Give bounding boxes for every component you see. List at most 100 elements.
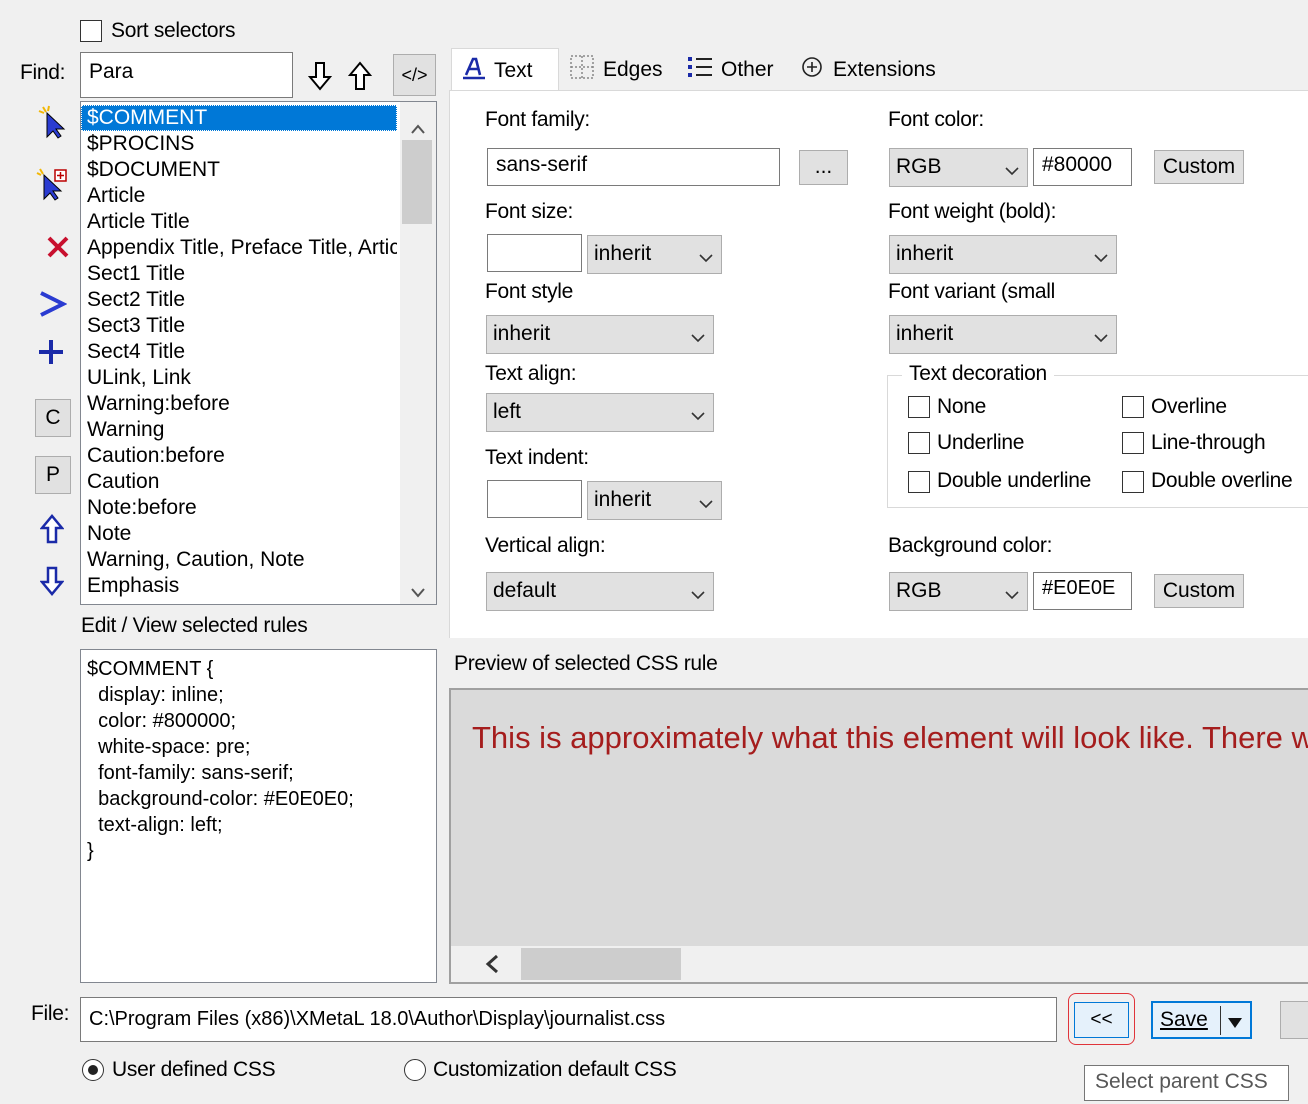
rules-label: Edit / View selected rules — [81, 614, 308, 637]
chevron-down-icon — [1094, 245, 1108, 263]
scroll-up-icon[interactable] — [411, 116, 425, 140]
user-defined-css-label: User defined CSS — [112, 1058, 276, 1081]
chevron-down-icon — [1005, 158, 1019, 176]
c-button[interactable]: C — [35, 399, 71, 437]
find-next-arrow-icon[interactable] — [302, 58, 338, 94]
list-item[interactable]: Sect2 Title — [81, 287, 397, 313]
font-size-unit-value: inherit — [594, 242, 652, 265]
tab-text-label: Text — [494, 58, 533, 82]
selector-list[interactable]: $COMMENT $PROCINS $DOCUMENT Article Arti… — [80, 101, 437, 605]
find-input[interactable]: Para — [80, 52, 293, 98]
decoration-none-label: None — [937, 395, 987, 418]
tab-extensions[interactable]: Extensions — [791, 50, 952, 90]
add-icon[interactable] — [33, 334, 69, 370]
font-variant-select[interactable]: inherit — [889, 315, 1117, 354]
scroll-thumb[interactable] — [521, 948, 681, 980]
delete-icon[interactable] — [40, 229, 76, 265]
edges-icon — [569, 54, 595, 86]
list-item[interactable]: Caution:before — [81, 443, 397, 469]
tab-text[interactable]: Text — [451, 48, 559, 92]
font-color-mode-select[interactable]: RGB — [889, 148, 1028, 187]
scroll-down-icon[interactable] — [411, 580, 425, 604]
list-item[interactable]: Appendix Title, Preface Title, Artic — [81, 235, 397, 261]
find-previous-arrow-icon[interactable] — [342, 58, 378, 94]
list-item[interactable]: Warning — [81, 417, 397, 443]
list-item[interactable]: $PROCINS — [81, 131, 397, 157]
background-color-input[interactable]: #E0E0E — [1033, 572, 1132, 610]
scroll-left-icon[interactable] — [485, 954, 499, 980]
vertical-align-label: Vertical align: — [485, 534, 606, 557]
font-family-input[interactable]: sans-serif — [487, 148, 780, 186]
chevron-down-icon — [699, 491, 713, 509]
text-indent-unit-select[interactable]: inherit — [587, 481, 722, 520]
list-item[interactable]: Warning, Caution, Note — [81, 547, 397, 573]
list-item[interactable]: ULink, Link — [81, 365, 397, 391]
decoration-none-checkbox[interactable] — [908, 396, 930, 418]
save-split-button[interactable]: Save — [1151, 1001, 1252, 1039]
list-item[interactable]: Sect3 Title — [81, 313, 397, 339]
user-defined-css-radio[interactable] — [82, 1059, 104, 1081]
add-circle-icon — [801, 56, 823, 84]
list-item[interactable]: Article — [81, 183, 397, 209]
child-selector-icon[interactable] — [34, 286, 70, 322]
font-style-value: inherit — [493, 322, 551, 345]
selector-list-scrollbar[interactable] — [400, 102, 436, 604]
chevron-down-icon — [691, 325, 705, 343]
list-item[interactable]: Article Title — [81, 209, 397, 235]
extra-button[interactable] — [1280, 1001, 1308, 1039]
xml-toggle-button[interactable]: </> — [393, 54, 436, 96]
new-child-selector-icon[interactable] — [34, 166, 70, 202]
scroll-thumb[interactable] — [402, 140, 432, 224]
list-item[interactable]: Caution — [81, 469, 397, 495]
text-indent-input[interactable] — [487, 480, 582, 518]
file-path-input[interactable]: C:\Program Files (x86)\XMetaL 18.0\Autho… — [80, 997, 1057, 1042]
decoration-double-underline-checkbox[interactable] — [908, 471, 930, 493]
tab-edges-label: Edges — [603, 58, 663, 81]
text-align-label: Text align: — [485, 362, 577, 385]
list-item[interactable]: $DOCUMENT — [81, 157, 397, 183]
list-item[interactable]: Warning:before — [81, 391, 397, 417]
preview-scrollbar[interactable] — [451, 946, 1308, 982]
find-label: Find: — [20, 61, 66, 84]
new-selector-icon[interactable] — [34, 104, 70, 140]
select-parent-css-button[interactable]: << — [1074, 1002, 1129, 1038]
list-item[interactable]: Note — [81, 521, 397, 547]
sort-selectors-checkbox[interactable] — [80, 20, 102, 42]
rules-editor[interactable]: $COMMENT { display: inline; color: #8000… — [80, 649, 437, 983]
font-style-select[interactable]: inherit — [486, 315, 714, 354]
font-color-label: Font color: — [888, 108, 984, 131]
list-item[interactable]: Sect1 Title — [81, 261, 397, 287]
chevron-down-icon — [691, 582, 705, 600]
text-tab-panel: Font family: sans-serif ... Font size: i… — [449, 90, 1308, 638]
move-up-icon[interactable] — [34, 511, 70, 547]
tab-other[interactable]: Other — [677, 50, 791, 90]
font-color-input[interactable]: #80000 — [1033, 148, 1132, 186]
move-down-icon[interactable] — [34, 563, 70, 599]
customization-default-css-radio[interactable] — [404, 1059, 426, 1081]
list-item[interactable]: $COMMENT — [81, 105, 397, 131]
background-color-custom-button[interactable]: Custom — [1154, 574, 1244, 608]
font-color-custom-button[interactable]: Custom — [1154, 150, 1244, 184]
decoration-double-overline-checkbox[interactable] — [1122, 471, 1144, 493]
decoration-overline-checkbox[interactable] — [1122, 396, 1144, 418]
list-item[interactable]: Sect4 Title — [81, 339, 397, 365]
text-format-icon — [462, 56, 486, 86]
dropdown-arrow-icon[interactable] — [1227, 1012, 1243, 1036]
decoration-double-underline-label: Double underline — [937, 469, 1091, 492]
tab-edges[interactable]: Edges — [559, 50, 677, 90]
p-button[interactable]: P — [35, 456, 71, 494]
text-align-select[interactable]: left — [486, 393, 714, 432]
vertical-align-select[interactable]: default — [486, 572, 714, 611]
font-size-label: Font size: — [485, 200, 574, 223]
decoration-underline-checkbox[interactable] — [908, 432, 930, 454]
font-weight-select[interactable]: inherit — [889, 235, 1117, 274]
list-item[interactable]: Emphasis — [81, 573, 397, 599]
list-item[interactable]: Note:before — [81, 495, 397, 521]
font-size-unit-select[interactable]: inherit — [587, 235, 722, 274]
decoration-line-through-checkbox[interactable] — [1122, 432, 1144, 454]
decoration-line-through-label: Line-through — [1151, 431, 1266, 454]
font-variant-label: Font variant (small — [888, 280, 1056, 303]
font-size-input[interactable] — [487, 234, 582, 272]
background-color-mode-select[interactable]: RGB — [889, 572, 1028, 611]
font-family-browse-button[interactable]: ... — [799, 150, 848, 185]
